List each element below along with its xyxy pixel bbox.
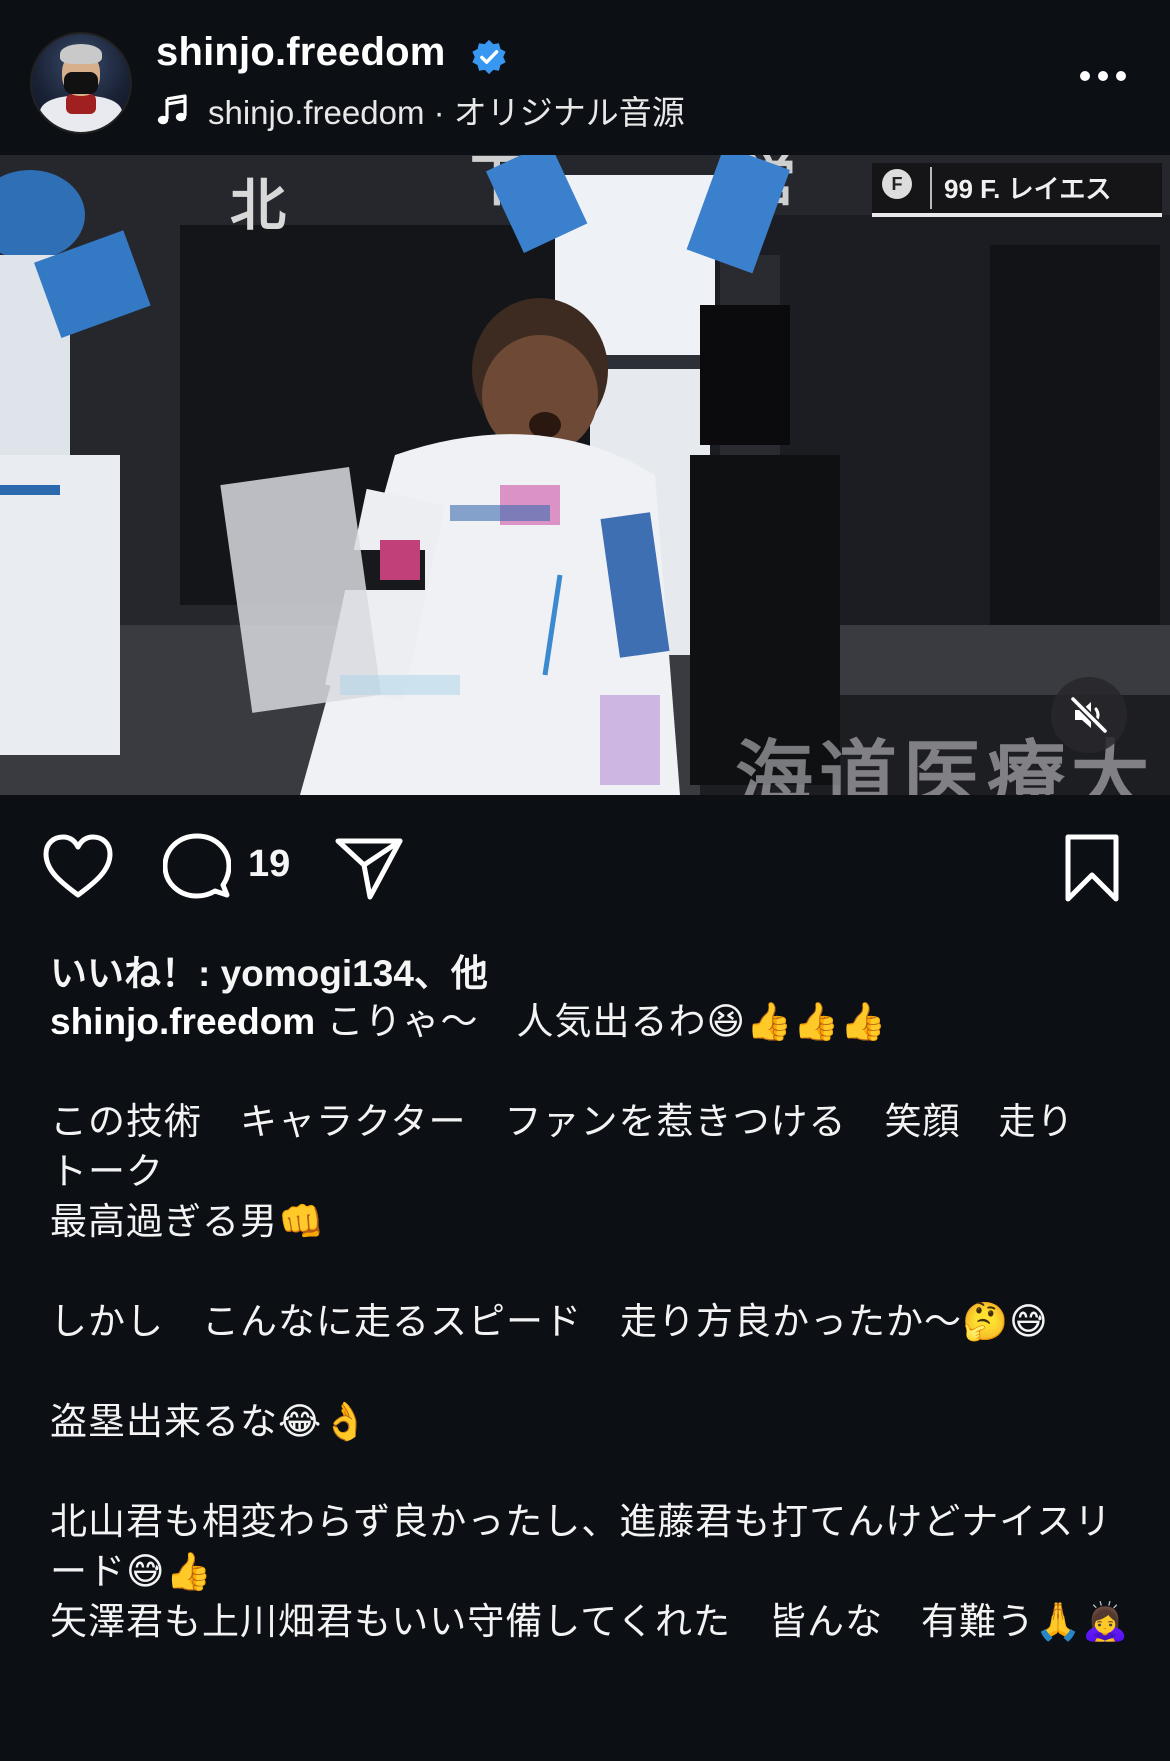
- post-header: shinjo.freedom shinjo.freedom · オリジナル音源: [0, 0, 1170, 155]
- video-frame: 北 下 営: [0, 155, 1170, 795]
- scorebug-player: 99 F. レイエス: [944, 174, 1112, 204]
- svg-text:北: 北: [230, 174, 286, 239]
- video-player[interactable]: 北 下 営: [0, 155, 1170, 795]
- bottom-fade: [0, 1735, 1170, 1761]
- comment-icon[interactable]: [163, 833, 231, 901]
- more-options-icon[interactable]: [1075, 64, 1131, 88]
- caption-author[interactable]: shinjo.freedom: [50, 1001, 315, 1042]
- verified-badge-icon: [472, 39, 506, 75]
- audio-attribution[interactable]: shinjo.freedom · オリジナル音源: [156, 86, 685, 134]
- avatar[interactable]: [30, 32, 132, 134]
- share-icon[interactable]: [334, 835, 404, 901]
- username[interactable]: shinjo.freedom: [156, 30, 446, 75]
- instagram-post-view: shinjo.freedom shinjo.freedom · オリジナル音源: [0, 0, 1170, 1761]
- likes-summary[interactable]: いいね！: yomogi134、他: [50, 943, 488, 997]
- audio-text: shinjo.freedom · オリジナル音源: [208, 94, 685, 131]
- bookmark-icon[interactable]: [1062, 833, 1122, 903]
- caption-body: こりゃ〜 人気出るわ😆👍👍👍 この技術 キャラクター ファンを惹きつける 笑顔 …: [50, 1001, 1130, 1642]
- mute-toggle-button[interactable]: [1051, 677, 1127, 753]
- team-logo: F: [882, 169, 912, 199]
- post-actions: 19: [0, 795, 1170, 945]
- heart-icon[interactable]: [42, 833, 114, 899]
- comment-count: 19: [248, 843, 291, 885]
- post-caption: shinjo.freedom こりゃ〜 人気出るわ😆👍👍👍 この技術 キャラクタ…: [50, 997, 1140, 1647]
- player-scorebug: F 99 F. レイエス: [872, 163, 1162, 217]
- mute-icon: [1069, 695, 1109, 735]
- music-note-icon: [157, 94, 187, 125]
